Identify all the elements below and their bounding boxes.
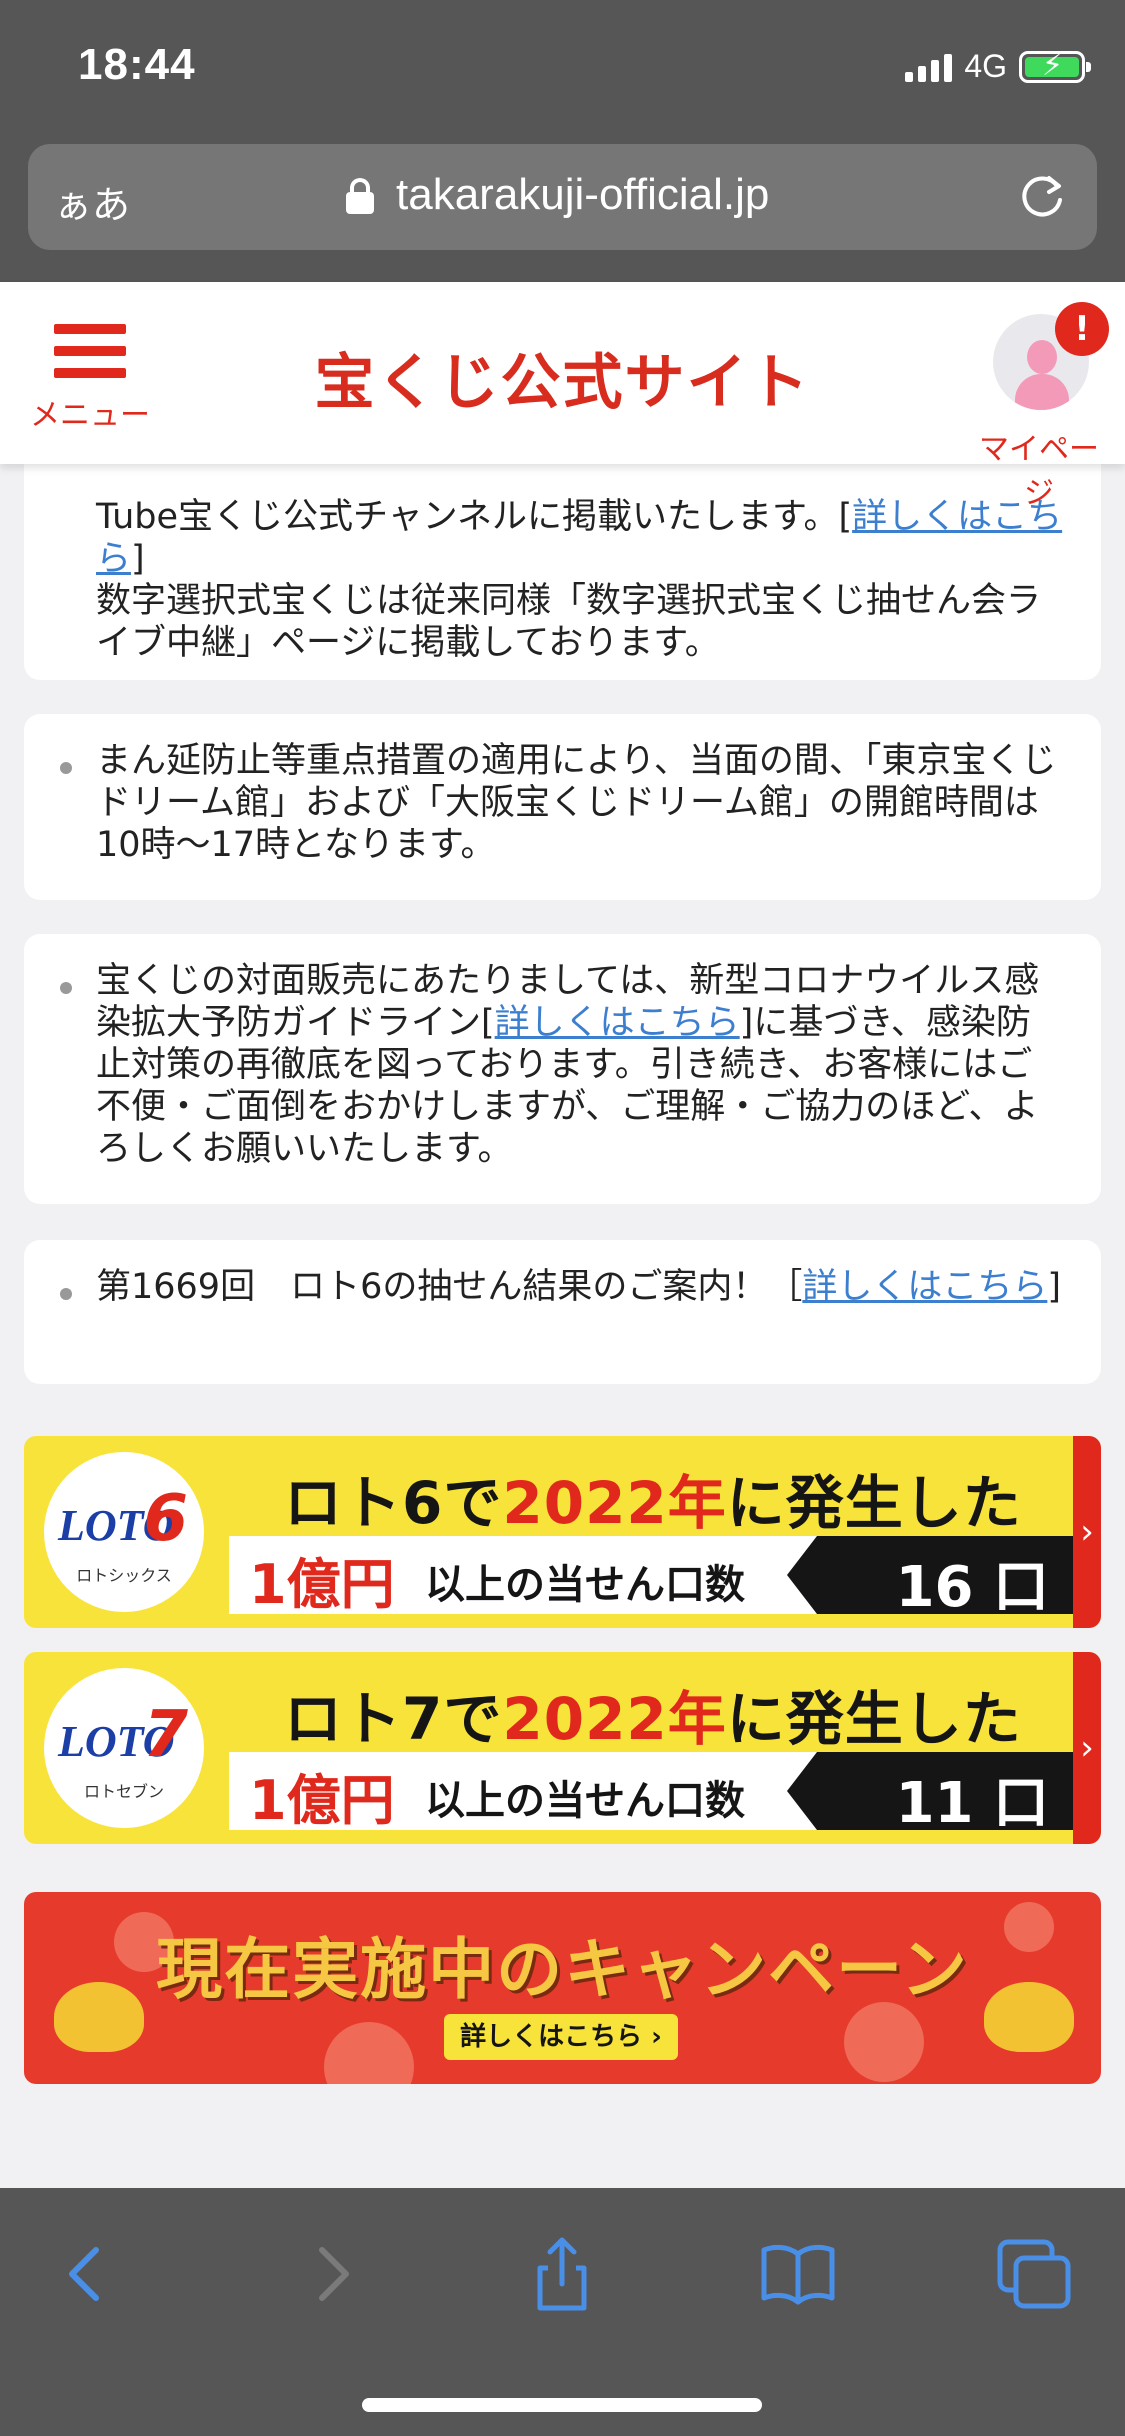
banner-headline: ロト6で2022年に発生した <box>284 1456 1022 1540</box>
status-time: 18:44 <box>78 40 196 89</box>
campaign-title: 現在実施中のキャンペーン <box>156 1931 969 2008</box>
winner-count: 16 口 <box>895 1555 1049 1620</box>
signal-icon <box>905 52 953 82</box>
notice-text: 第1669回 ロト6の抽せん結果のご案内！［詳しくはこちら] <box>96 1266 1065 1308</box>
details-link[interactable]: 詳しくはこちら <box>802 1267 1047 1307</box>
address-bar[interactable]: ぁあ takarakuji-official.jp <box>28 144 1097 250</box>
back-icon[interactable] <box>48 2234 128 2314</box>
strip-label: 以上の当せん口数 <box>425 1778 745 1824</box>
forward-icon[interactable] <box>290 2234 370 2314</box>
network-type: 4G <box>964 48 1007 84</box>
strip-label: 以上の当せん口数 <box>425 1562 745 1608</box>
logo-subtitle: ロトシックス <box>76 1566 172 1585</box>
battery-icon: ⚡ <box>1019 48 1091 83</box>
headline-year: 2022年 <box>502 1469 727 1537</box>
bullet-icon <box>60 762 72 774</box>
logo-number: 6 <box>143 1482 188 1556</box>
main-content: Tube宝くじ公式チャンネルに掲載いたします。[ 詳しくはこちら] 数字選択式宝く… <box>0 464 1125 2188</box>
notice-card: 宝くじの対面販売にあたりましては、新型コロナウイルス感染拡大予防ガイドライン[詳… <box>24 934 1101 1204</box>
share-icon[interactable] <box>522 2234 602 2314</box>
notice-card: Tube宝くじ公式チャンネルに掲載いたします。[詳しくはこちら] 数字選択式宝く… <box>24 464 1101 680</box>
home-indicator[interactable] <box>362 2398 762 2412</box>
winner-count: 11 口 <box>895 1771 1049 1836</box>
book-icon[interactable] <box>758 2234 838 2314</box>
bullet-icon <box>60 1288 72 1300</box>
chevron-right-icon: › <box>1073 1436 1101 1628</box>
banner-strip: 1億円 以上の当せん口数 16 口 <box>229 1536 1079 1620</box>
notice-lead: Tube宝くじ公式チャンネルに掲載いたします。[ <box>96 497 853 537</box>
mypage-button[interactable]: ! マイページ <box>969 302 1109 511</box>
notice-text: Tube宝くじ公式チャンネルに掲載いたします。[詳しくはこちら] 数字選択式宝く… <box>96 496 1065 664</box>
notice-trail: ] <box>131 539 145 579</box>
notice-text: まん延防止等重点措置の適用により、当面の間、「東京宝くじドリーム館」および「大阪… <box>96 741 1057 865</box>
reload-icon[interactable] <box>1015 170 1069 224</box>
url-text[interactable]: takarakuji-official.jp <box>396 170 769 220</box>
loto6-logo: LOTO 6 ロトシックス <box>44 1452 204 1612</box>
reader-options-button[interactable]: ぁあ <box>54 174 130 229</box>
campaign-details-button[interactable]: 詳しくはこちら › <box>444 2014 678 2060</box>
notice-text: 宝くじの対面販売にあたりましては、新型コロナウイルス感染拡大予防ガイドライン[詳… <box>96 960 1065 1170</box>
lock-icon <box>346 178 374 214</box>
notice-extra: 数字選択式宝くじは従来同様「数字選択式宝くじ抽せん会ライブ中継」ページに掲載して… <box>96 581 1042 663</box>
logo-number: 7 <box>143 1698 188 1772</box>
strip-amount: 1億円 <box>249 1769 395 1832</box>
notification-badge: ! <box>1055 302 1109 356</box>
headline-part: に発生した <box>726 1469 1022 1537</box>
loto7-logo: LOTO 7 ロトセブン <box>44 1668 204 1828</box>
browser-chrome-top: 18:44 4G ⚡ ぁあ takarakuji-official.jp <box>0 0 1125 282</box>
bullet-icon <box>60 982 72 994</box>
notice-lead: 第1669回 ロト6の抽せん結果のご案内！［ <box>96 1267 803 1307</box>
headline-year: 2022年 <box>502 1685 727 1753</box>
notice-card: まん延防止等重点措置の適用により、当面の間、「東京宝くじドリーム館」および「大阪… <box>24 714 1101 900</box>
headline-part: ロト7で <box>284 1685 503 1753</box>
notice-trail: ] <box>1047 1267 1062 1307</box>
chevron-right-icon: › <box>1073 1652 1101 1844</box>
headline-part: に発生した <box>726 1685 1022 1753</box>
banner-headline: ロト7で2022年に発生した <box>284 1672 1022 1756</box>
tabs-icon[interactable] <box>994 2234 1074 2314</box>
loto6-banner[interactable]: LOTO 6 ロトシックス ロト6で2022年に発生した 1億円 以上の当せん口… <box>24 1436 1101 1628</box>
campaign-banner[interactable]: 現在実施中のキャンペーン 詳しくはこちら › <box>24 1892 1101 2084</box>
loto7-banner[interactable]: LOTO 7 ロトセブン ロト7で2022年に発生した 1億円 以上の当せん口数… <box>24 1652 1101 1844</box>
details-link[interactable]: 詳しくはこちら <box>495 1003 740 1043</box>
strip-amount: 1億円 <box>249 1553 395 1616</box>
status-icons: 4G ⚡ <box>905 48 1091 85</box>
headline-part: ロト6で <box>284 1469 503 1537</box>
banner-strip: 1億円 以上の当せん口数 11 口 <box>229 1752 1079 1836</box>
logo-subtitle: ロトセブン <box>83 1782 164 1801</box>
mypage-label: マイページ <box>979 432 1099 511</box>
notice-card: 第1669回 ロト6の抽せん結果のご案内！［詳しくはこちら] <box>24 1240 1101 1384</box>
site-logo[interactable]: 宝くじ公式サイト <box>0 334 1125 421</box>
site-header: メニュー 宝くじ公式サイト ! マイページ <box>0 282 1125 511</box>
